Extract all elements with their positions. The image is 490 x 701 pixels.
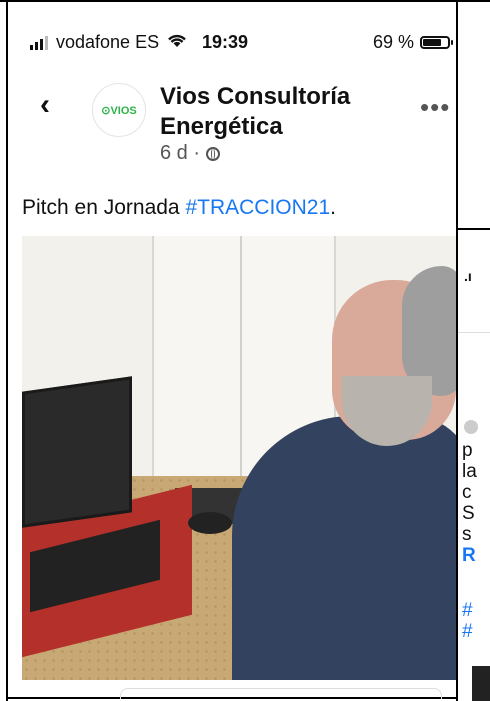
photo-mouse	[188, 512, 232, 534]
page-name[interactable]: Vios Consultoría Energética	[160, 82, 390, 142]
second-post-line: S	[462, 503, 475, 524]
carrier-name: vodafone ES	[56, 32, 160, 52]
post-age: 6 d ·	[160, 142, 201, 164]
page-avatar[interactable]: ⊙VIOS	[92, 83, 146, 137]
post-caption: Pitch en Jornada #TRACCION21.	[22, 196, 336, 220]
second-post-line: la	[462, 461, 477, 482]
frame-top	[0, 0, 490, 2]
reaction-bar-edge	[120, 688, 442, 699]
second-post-tags: # #	[462, 600, 473, 642]
post-meta: 6 d ·	[160, 142, 221, 165]
wifi-icon	[167, 32, 187, 53]
second-post-text: p la c S s R	[462, 440, 477, 566]
carrier-group: vodafone ES	[30, 32, 187, 53]
battery-group: 69 %	[372, 32, 453, 53]
second-post-border	[458, 228, 490, 230]
signal-icon	[30, 35, 48, 50]
second-post-divider	[458, 332, 490, 333]
second-post-image	[472, 666, 490, 701]
second-post-line: c	[462, 482, 472, 503]
post-photo[interactable]	[22, 236, 456, 680]
battery-icon	[420, 36, 453, 49]
back-chevron-icon[interactable]: ‹	[40, 90, 70, 120]
globe-icon	[206, 146, 221, 161]
battery-percent: 69 %	[372, 32, 414, 52]
photo-cabinet-split	[240, 236, 242, 476]
second-post-line: s	[462, 524, 472, 545]
frame-left	[6, 0, 8, 701]
avatar-logo-text: ⊙VIOS	[101, 104, 137, 117]
second-post-avatar	[464, 420, 478, 434]
photo-laptop-screen	[22, 376, 132, 528]
caption-text: Pitch en Jornada	[22, 196, 186, 219]
second-post-peek[interactable]: .ı p la c S s R # #	[458, 228, 490, 701]
caption-suffix: .	[330, 196, 336, 219]
hashtag-link[interactable]: #TRACCION21	[185, 196, 330, 219]
second-post-line: p	[462, 440, 473, 461]
more-options-icon[interactable]: •••	[420, 92, 450, 123]
status-bar: vodafone ES 19:39 69 %	[30, 32, 453, 56]
second-post-tag[interactable]: #	[462, 600, 473, 621]
second-post-status: .ı	[464, 268, 472, 284]
photo-person-body	[232, 416, 456, 680]
second-post-tag[interactable]: #	[462, 621, 473, 642]
second-post-link[interactable]: R	[462, 545, 477, 566]
clock-time: 19:39	[202, 32, 249, 52]
